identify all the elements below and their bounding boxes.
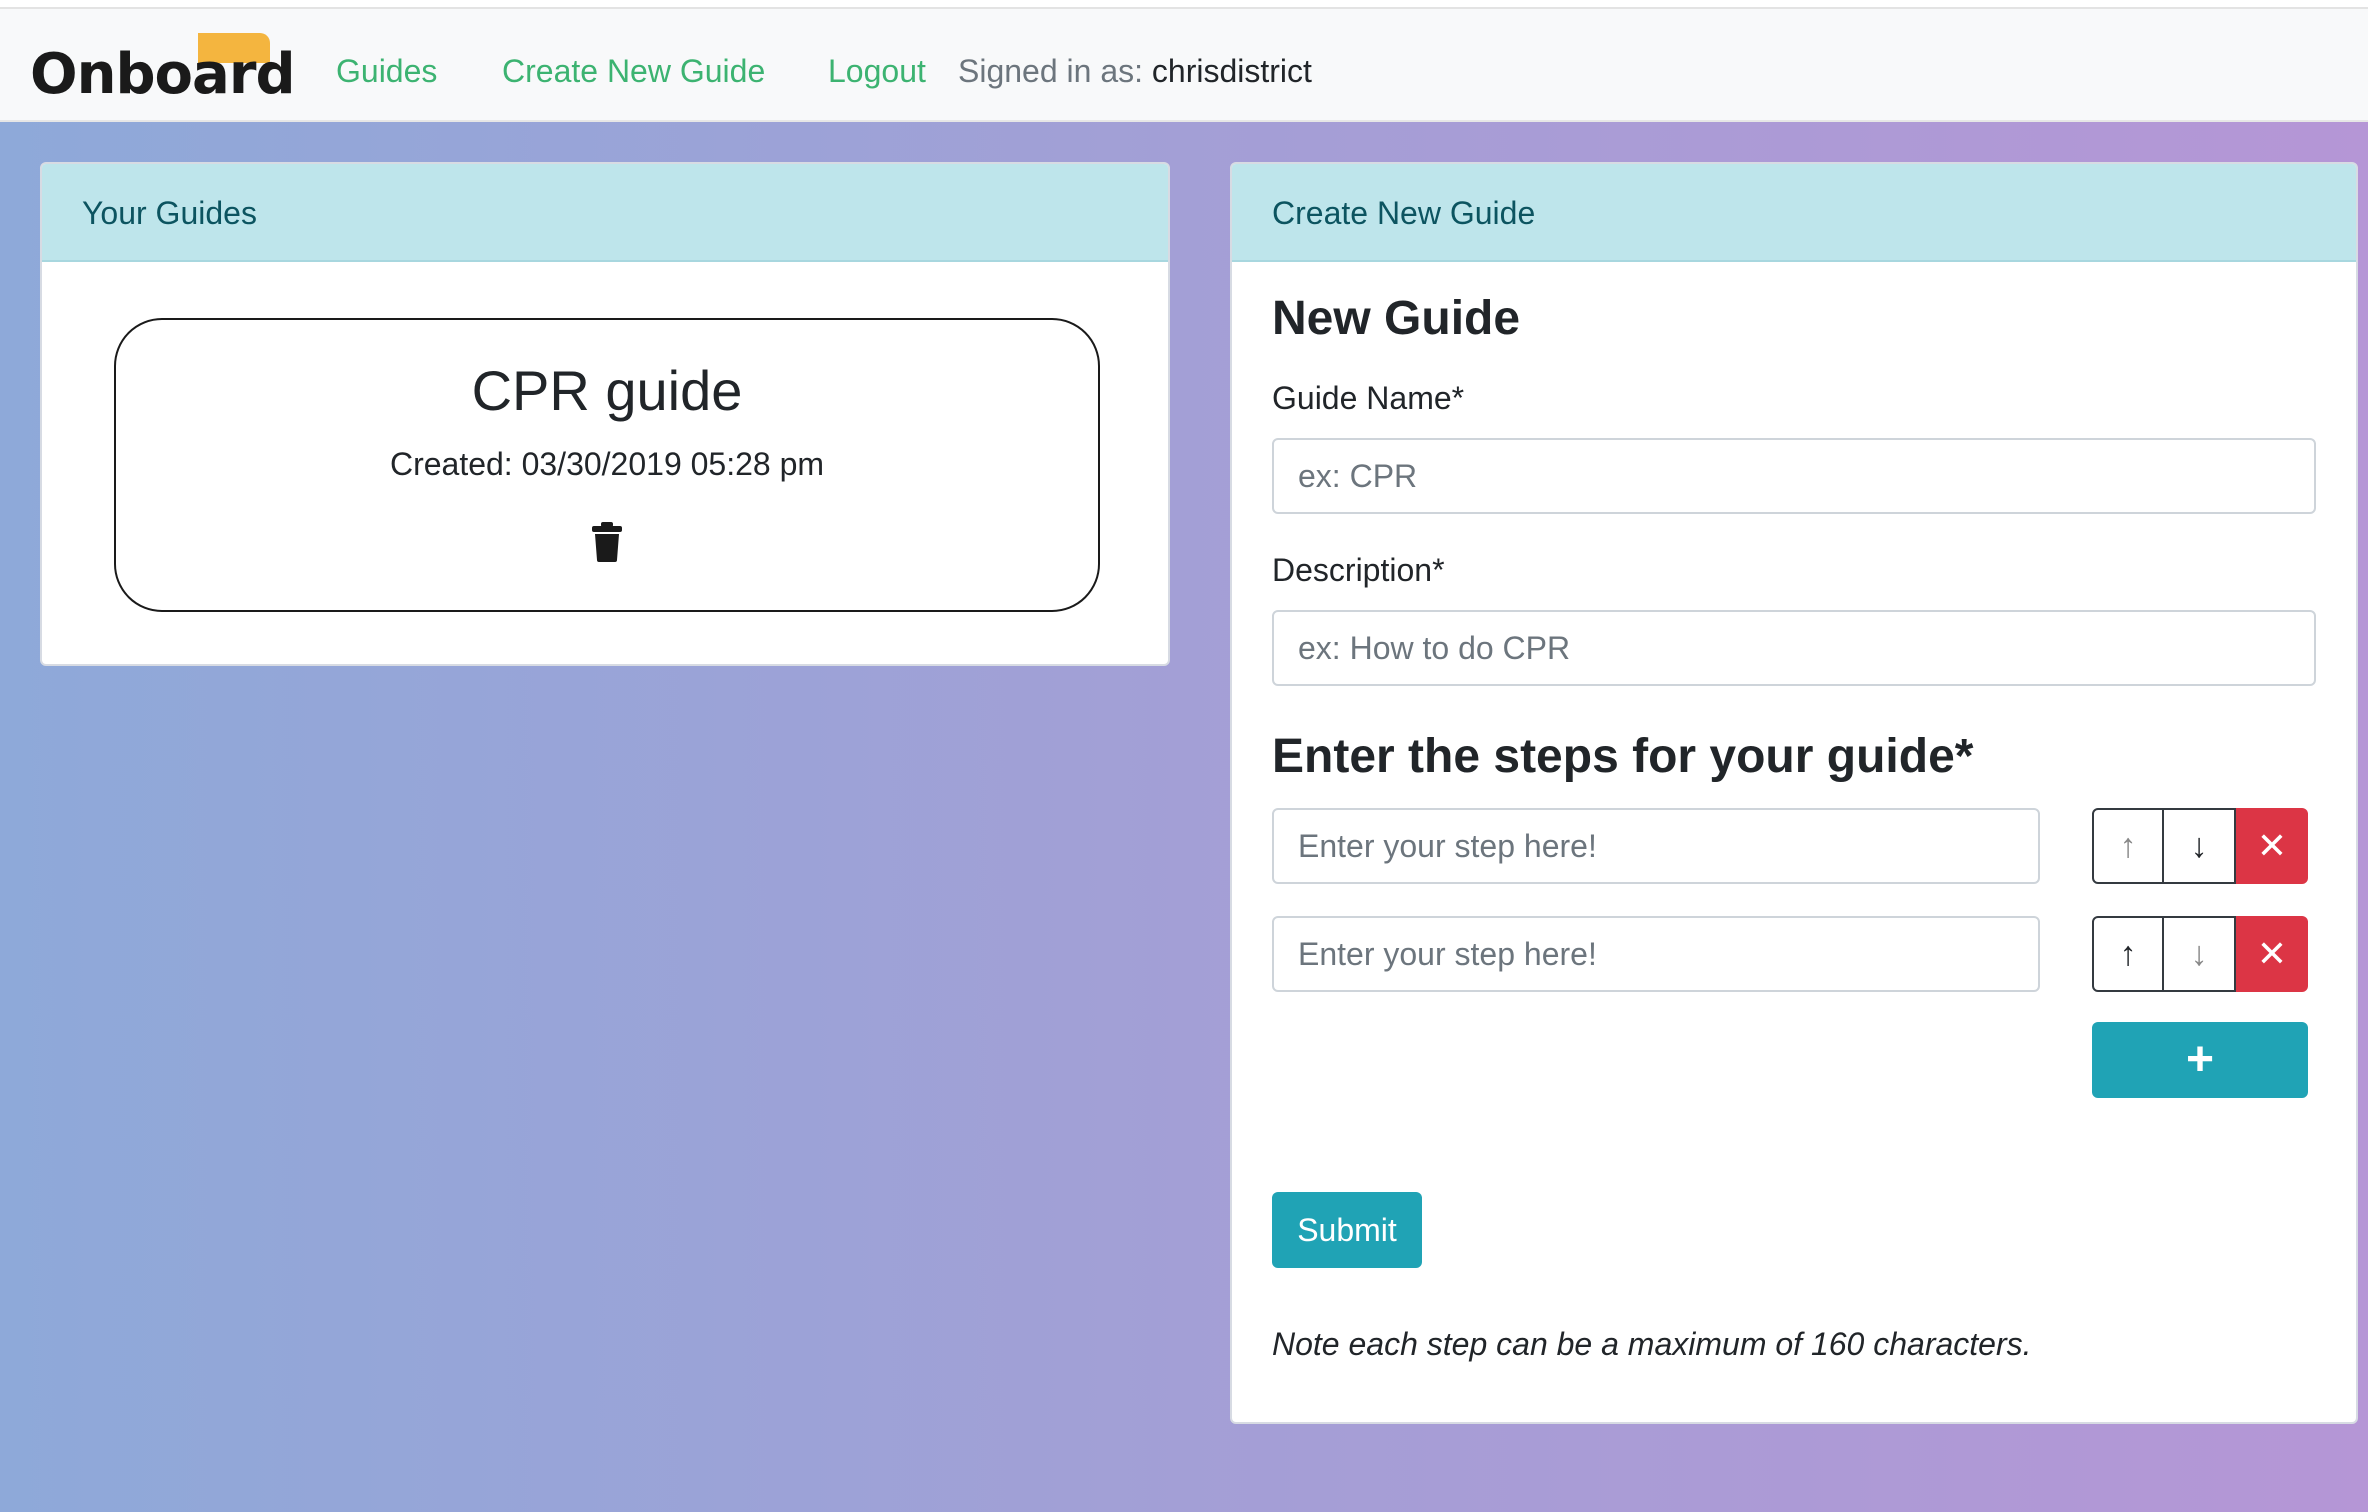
window-top-edge (0, 0, 2368, 9)
step-length-note: Note each step can be a maximum of 160 c… (1272, 1326, 2032, 1362)
brand-name: Onboard (30, 42, 296, 107)
steps-title: Enter the steps for your guide* (1272, 730, 1974, 783)
remove-step-close-icon[interactable]: ✕ (2236, 916, 2308, 992)
step-controls: ↑ ↓ ✕ (2092, 916, 2308, 992)
signed-in-status: Signed in as: chrisdistrict (958, 51, 1312, 91)
brand-logo[interactable]: Onboard (30, 33, 296, 109)
nav-link-guides[interactable]: Guides (336, 51, 437, 91)
top-navbar: Onboard Guides Create New Guide Logout S… (0, 9, 2368, 122)
nav-link-logout[interactable]: Logout (828, 51, 926, 91)
step-input[interactable] (1272, 808, 2040, 884)
your-guides-card: Your Guides CPR guide Created: 03/30/201… (40, 162, 1170, 666)
create-guide-card: Create New Guide New Guide Guide Name* D… (1230, 162, 2358, 1424)
guide-created-date: Created: 03/30/2019 05:28 pm (389, 446, 825, 482)
your-guides-header: Your Guides (42, 164, 1168, 262)
signed-in-username: chrisdistrict (1151, 53, 1312, 89)
move-down-arrow-icon[interactable]: ↓ (2164, 808, 2236, 884)
guide-title: CPR guide (471, 359, 743, 422)
step-input[interactable] (1272, 916, 2040, 992)
step-controls: ↑ ↓ ✕ (2092, 808, 2308, 884)
submit-button[interactable]: Submit (1272, 1192, 1422, 1268)
move-down-arrow-icon[interactable]: ↓ (2164, 916, 2236, 992)
signed-in-label: Signed in as: (958, 53, 1144, 89)
create-guide-header: Create New Guide (1232, 164, 2356, 262)
move-up-arrow-icon[interactable]: ↑ (2092, 916, 2164, 992)
remove-step-close-icon[interactable]: ✕ (2236, 808, 2308, 884)
nav-link-create-new-guide[interactable]: Create New Guide (502, 51, 765, 91)
move-up-arrow-icon[interactable]: ↑ (2092, 808, 2164, 884)
description-input[interactable] (1272, 610, 2316, 686)
guide-name-input[interactable] (1272, 438, 2316, 514)
add-step-button[interactable]: + (2092, 1022, 2308, 1098)
form-title: New Guide (1272, 292, 1521, 345)
description-label: Description* (1272, 552, 1445, 588)
guide-name-label: Guide Name* (1272, 380, 1465, 416)
guide-card[interactable]: CPR guide Created: 03/30/2019 05:28 pm (114, 318, 1100, 612)
trash-icon[interactable] (591, 522, 623, 562)
